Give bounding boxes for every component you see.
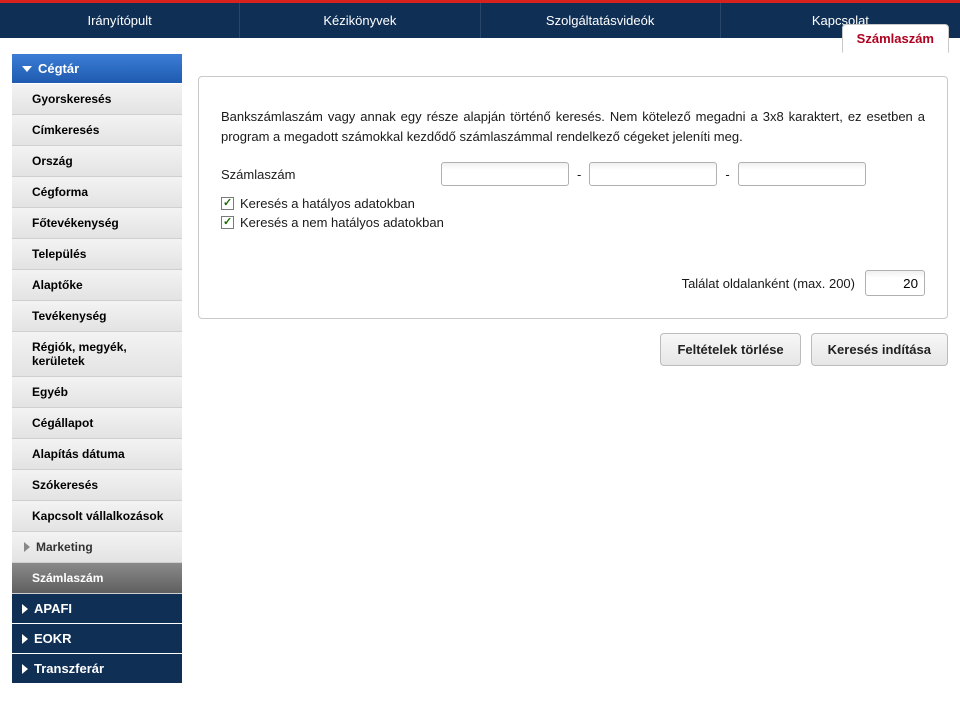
search-panel: Bankszámlaszám vagy annak egy része alap… [198,76,948,319]
panel-description: Bankszámlaszám vagy annak egy része alap… [221,107,925,146]
sidebar-item-orszag[interactable]: Ország [12,146,182,177]
checkbox-label: Keresés a hatályos adatokban [240,196,415,211]
checkbox-valid-data[interactable]: ✓ [221,197,234,210]
checkbox-row-valid-data: ✓ Keresés a hatályos adatokban [221,196,925,211]
accordion-header-transzferar[interactable]: Transzferár [12,654,182,684]
sidebar-item-egyeb[interactable]: Egyéb [12,377,182,408]
accordion-label: EOKR [34,631,72,646]
account-segment-1[interactable] [441,162,569,186]
nav-item-dashboard[interactable]: Irányítópult [0,3,240,38]
search-button[interactable]: Keresés indítása [811,333,948,366]
sidebar-item-tevekenyseg[interactable]: Tevékenység [12,301,182,332]
clear-button[interactable]: Feltételek törlése [660,333,800,366]
chevron-down-icon [22,66,32,72]
nav-item-videos[interactable]: Szolgáltatásvideók [481,3,721,38]
chevron-right-icon [22,634,28,644]
action-buttons: Feltételek törlése Keresés indítása [198,333,948,366]
sidebar-item-kapcsolt[interactable]: Kapcsolt vállalkozások [12,501,182,532]
accordion-header-eokr[interactable]: EOKR [12,624,182,654]
sidebar-item-szokereses[interactable]: Szókeresés [12,470,182,501]
sidebar-item-szamlaszam[interactable]: Számlaszám [12,563,182,594]
results-per-page-input[interactable] [865,270,925,296]
sidebar-item-cegforma[interactable]: Cégforma [12,177,182,208]
sidebar-item-alapitasdatuma[interactable]: Alapítás dátuma [12,439,182,470]
checkbox-label: Keresés a nem hatályos adatokban [240,215,444,230]
top-navbar: Irányítópult Kézikönyvek Szolgáltatásvid… [0,0,960,38]
accordion-label: APAFI [34,601,72,616]
chevron-right-icon [24,542,30,552]
accordion-label: Transzferár [34,661,104,676]
sidebar-item-gyorskereses[interactable]: Gyorskeresés [12,84,182,115]
sidebar-item-marketing[interactable]: Marketing [12,532,182,563]
nav-item-manuals[interactable]: Kézikönyvek [240,3,480,38]
sidebar: Cégtár Gyorskeresés Címkeresés Ország Cé… [12,54,182,684]
results-per-page-row: Találat oldalanként (max. 200) [221,270,925,296]
account-segment-3[interactable] [738,162,866,186]
sidebar-subitems: Gyorskeresés Címkeresés Ország Cégforma … [12,84,182,594]
sidebar-item-cimkereses[interactable]: Címkeresés [12,115,182,146]
field-label-szamlaszam: Számlaszám [221,167,441,182]
segment-separator: - [725,167,729,182]
sidebar-item-fotevekenyseg[interactable]: Főtevékenység [12,208,182,239]
checkbox-invalid-data[interactable]: ✓ [221,216,234,229]
sidebar-item-alaptoke[interactable]: Alaptőke [12,270,182,301]
sidebar-item-telepules[interactable]: Település [12,239,182,270]
account-segment-2[interactable] [589,162,717,186]
main-content: Számlaszám Bankszámlaszám vagy annak egy… [198,54,948,366]
chevron-right-icon [22,604,28,614]
tab-szamlaszam[interactable]: Számlaszám [842,24,949,53]
segment-separator: - [577,167,581,182]
sidebar-item-label: Marketing [36,540,93,554]
chevron-right-icon [22,664,28,674]
accordion-header-apafi[interactable]: APAFI [12,594,182,624]
accordion-label: Cégtár [38,61,79,76]
sidebar-item-cegallapot[interactable]: Cégállapot [12,408,182,439]
check-icon: ✓ [223,196,232,209]
sidebar-item-regiok[interactable]: Régiók, megyék, kerületek [12,332,182,377]
check-icon: ✓ [223,215,232,228]
accordion-header-cegtar[interactable]: Cégtár [12,54,182,84]
checkbox-row-invalid-data: ✓ Keresés a nem hatályos adatokban [221,215,925,230]
row-szamlaszam: Számlaszám - - [221,162,925,186]
results-per-page-label: Találat oldalanként (max. 200) [682,276,855,291]
